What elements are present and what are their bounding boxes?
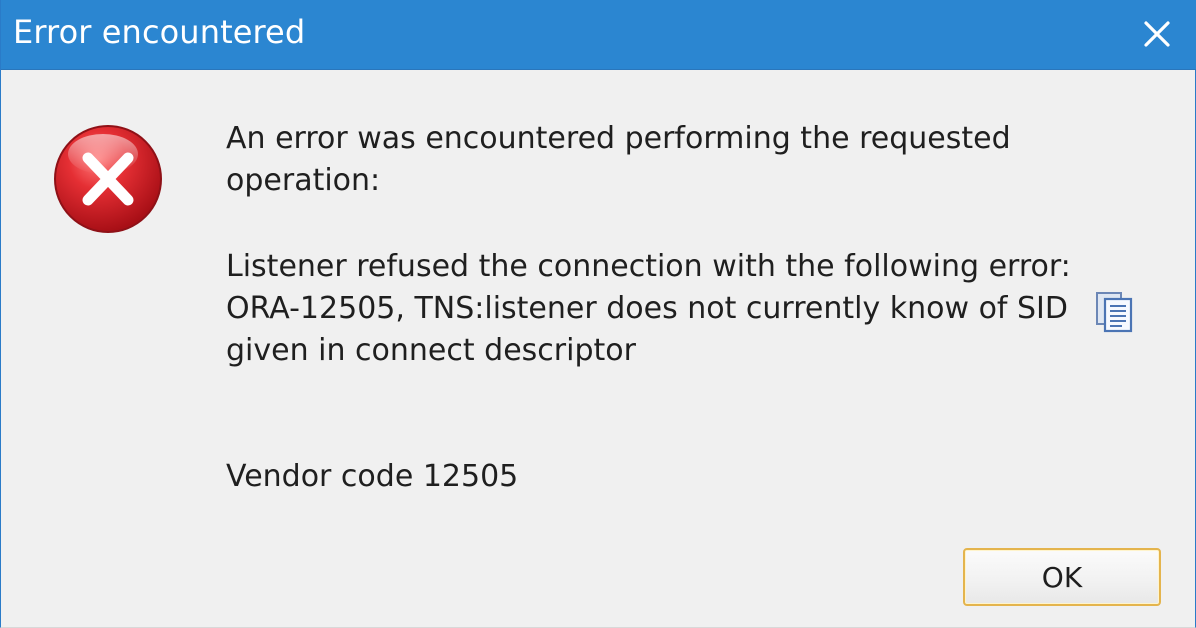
error-icon <box>49 120 167 238</box>
ok-button[interactable]: OK <box>963 548 1161 606</box>
error-dialog: Error encountered An error was encounter… <box>0 0 1196 628</box>
vendor-code: Vendor code 12505 <box>226 459 519 494</box>
copy-button[interactable] <box>1089 284 1141 336</box>
message-line-4: ORA-12505, TNS:listener does not current… <box>226 291 1069 326</box>
close-icon <box>1144 21 1170 47</box>
copy-icon <box>1096 292 1133 333</box>
message-line-1: An error was encountered performing the … <box>226 121 1011 156</box>
close-button[interactable] <box>1129 6 1185 62</box>
message-line-2: operation: <box>226 163 381 198</box>
error-message: An error was encountered performing the … <box>226 118 1076 498</box>
dialog-title: Error encountered <box>13 13 306 51</box>
title-bar: Error encountered <box>1 0 1196 70</box>
message-line-3: Listener refused the connection with the… <box>226 249 1071 284</box>
message-line-5: given in connect descriptor <box>226 333 636 368</box>
